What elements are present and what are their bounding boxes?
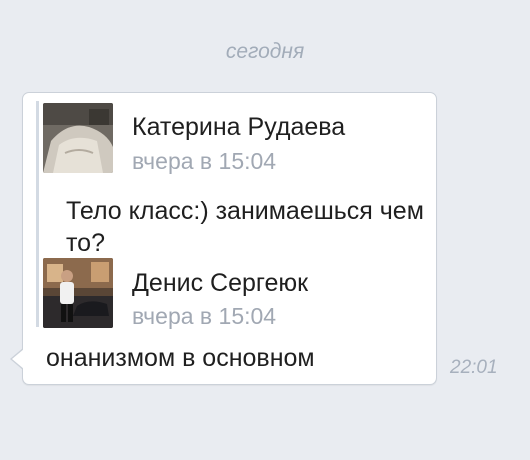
bubble-tail-fill	[12, 349, 24, 369]
forwarded-text: Тело класс:) занимаешься чем то?	[66, 197, 424, 257]
author-time: вчера в 15:04	[132, 303, 277, 329]
message-time: 22:01	[450, 357, 498, 378]
author-name[interactable]: Денис Сергеюк	[132, 269, 308, 298]
avatar[interactable]	[43, 258, 113, 328]
message-text: онанизмом в основном	[46, 344, 315, 372]
author-name[interactable]: Катерина Рудаева	[132, 113, 345, 142]
date-divider: сегодня	[225, 40, 305, 63]
avatar[interactable]	[43, 103, 113, 173]
author-time: вчера в 15:04	[132, 148, 277, 174]
forward-bar	[36, 101, 39, 327]
message-bubble[interactable]: Катерина Рудаева вчера в 15:04 Тело клас…	[22, 92, 437, 385]
